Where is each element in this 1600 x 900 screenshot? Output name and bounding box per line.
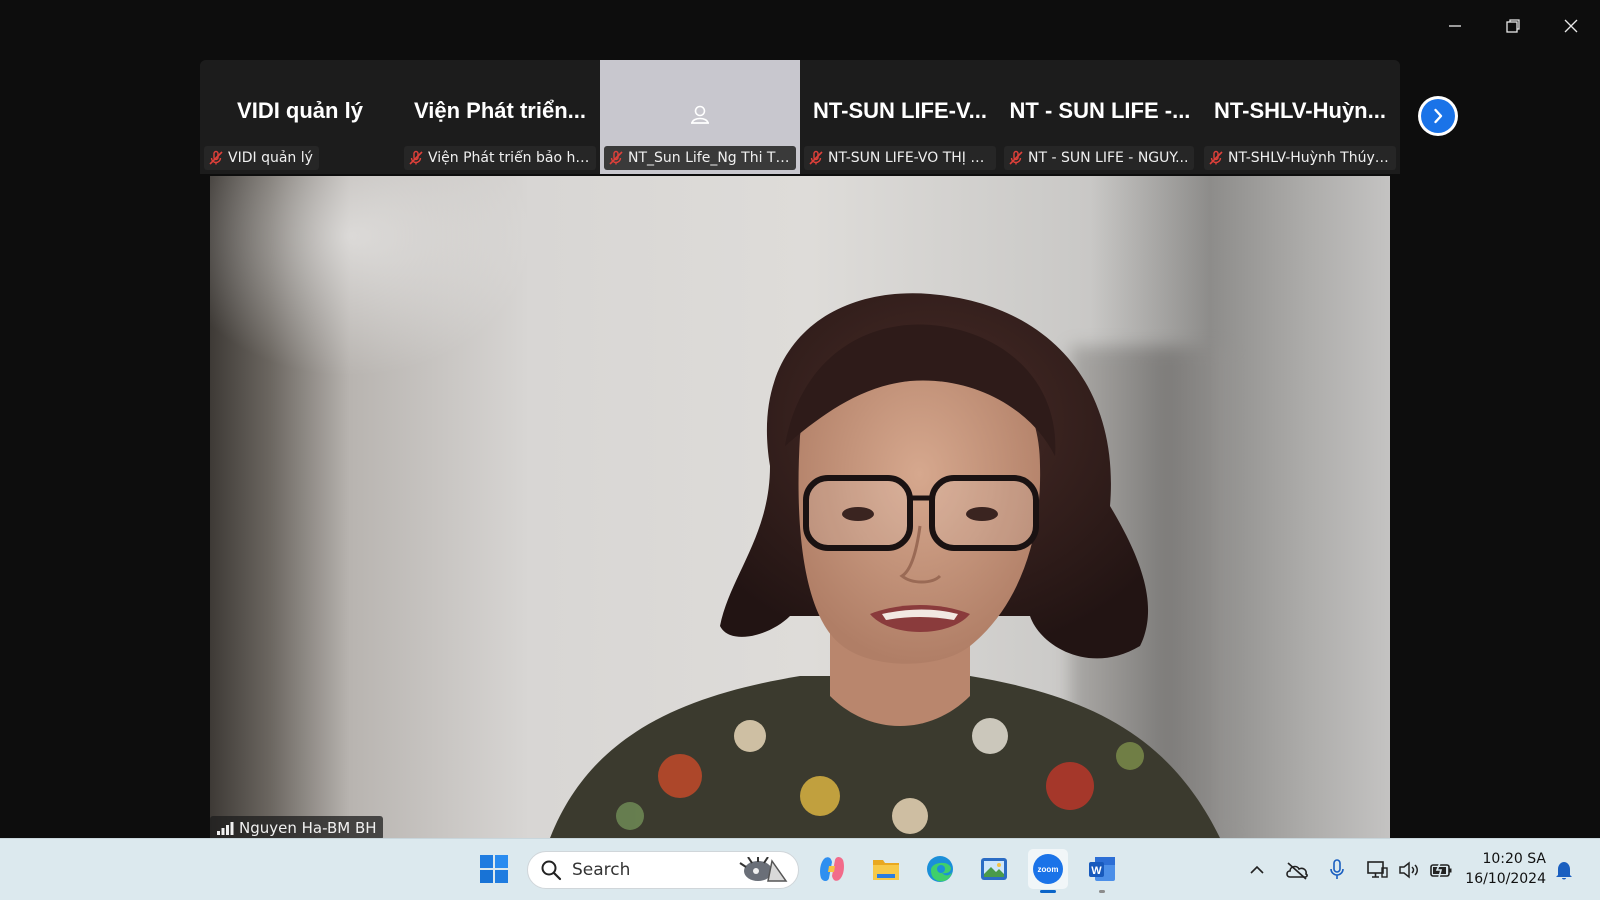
- notifications-button[interactable]: [1552, 858, 1576, 882]
- chevron-right-icon: [1434, 108, 1443, 124]
- zoom-button[interactable]: zoom: [1028, 849, 1068, 893]
- signal-strength-icon: [217, 822, 234, 835]
- participant-label: VIDI quản lý: [204, 146, 319, 170]
- word-button[interactable]: W: [1082, 849, 1122, 893]
- participant-name: NT-SUN LIFE-VÕ THỊ C...: [828, 150, 990, 166]
- active-speaker-video: [210, 176, 1390, 838]
- clock-date: 16/10/2024: [1465, 871, 1546, 887]
- search-icon: [541, 860, 562, 881]
- file-explorer-icon: [873, 860, 899, 880]
- running-indicator: [1040, 890, 1056, 893]
- participant-name: Viện Phát triển bảo hi...: [428, 150, 590, 166]
- microphone-tray-button[interactable]: [1324, 857, 1350, 883]
- running-indicator: [1099, 890, 1105, 893]
- participant-name: NT_Sun Life_Ng Thi Th...: [628, 150, 790, 166]
- edge-icon: [927, 856, 953, 882]
- speaker-name: Nguyen Ha-BM BH: [239, 819, 377, 837]
- chevron-up-icon: [1250, 865, 1264, 874]
- participant-tile[interactable]: NT-SUN LIFE-V... NT-SUN LIFE-VÕ THỊ C...: [800, 60, 1000, 174]
- network-icon: [1367, 861, 1388, 878]
- next-page-button[interactable]: [1418, 96, 1458, 136]
- participant-tile[interactable]: Viện Phát triển... Viện Phát triển bảo h…: [400, 60, 600, 174]
- zoom-meeting-window: VIDI quản lý VIDI quản lý Viện Phát triể…: [0, 0, 1600, 840]
- edge-button[interactable]: [920, 849, 960, 889]
- participant-label: NT-SHLV-Huỳnh Thúy ...: [1204, 146, 1396, 170]
- participant-strip: VIDI quản lý VIDI quản lý Viện Phát triể…: [200, 60, 1400, 174]
- search-placeholder: Search: [572, 860, 631, 880]
- restore-icon: [1506, 19, 1520, 33]
- onedrive-icon: [1286, 862, 1308, 880]
- search-highlight-icon: [739, 857, 788, 882]
- participant-label: NT - SUN LIFE - NGUY...: [1004, 146, 1195, 170]
- bell-icon: [1556, 862, 1572, 880]
- restore-button[interactable]: [1484, 0, 1542, 52]
- close-button[interactable]: [1542, 0, 1600, 52]
- window-controls: [1426, 0, 1600, 52]
- battery-tray-button[interactable]: [1428, 857, 1454, 883]
- zoom-icon: zoom: [1033, 854, 1063, 884]
- word-icon: W: [1089, 857, 1115, 881]
- participant-title: NT-SHLV-Huỳn...: [1214, 98, 1386, 123]
- participant-avatar: [600, 102, 800, 126]
- participant-tile[interactable]: VIDI quản lý VIDI quản lý: [200, 60, 400, 174]
- camera-off-avatar-icon: [691, 105, 709, 124]
- volume-tray-button[interactable]: [1396, 857, 1422, 883]
- next-page-button-fill: [1421, 99, 1455, 133]
- participant-name: VIDI quản lý: [228, 150, 313, 166]
- muted-microphone-icon: [209, 150, 223, 165]
- participant-label: NT-SUN LIFE-VÕ THỊ C...: [804, 146, 996, 170]
- participant-tile[interactable]: NT - SUN LIFE -... NT - SUN LIFE - NGUY.…: [1000, 60, 1200, 174]
- participant-name: NT - SUN LIFE - NGUY...: [1028, 150, 1189, 166]
- minimize-icon: [1449, 25, 1461, 27]
- system-clock[interactable]: 10:20 SA 16/10/2024: [1460, 849, 1546, 889]
- copilot-button[interactable]: [812, 849, 852, 889]
- participant-title: VIDI quản lý: [237, 98, 363, 123]
- photos-app-icon: [981, 858, 1007, 880]
- windows-start-icon: [480, 855, 508, 883]
- muted-microphone-icon: [1209, 150, 1223, 165]
- participant-label: NT_Sun Life_Ng Thi Th...: [604, 146, 796, 170]
- participant-title: NT - SUN LIFE -...: [1009, 98, 1191, 123]
- microphone-icon: [1330, 859, 1344, 879]
- network-tray-button[interactable]: [1364, 857, 1390, 883]
- start-button[interactable]: [474, 849, 514, 889]
- participant-tile[interactable]: NT-SHLV-Huỳn... NT-SHLV-Huỳnh Thúy ...: [1200, 60, 1400, 174]
- muted-microphone-icon: [609, 150, 623, 165]
- copilot-icon: [820, 857, 844, 881]
- onedrive-tray-button[interactable]: [1284, 857, 1310, 883]
- speaker-figure: [550, 293, 1220, 838]
- show-hidden-icons-button[interactable]: [1244, 857, 1270, 883]
- participant-label: Viện Phát triển bảo hi...: [404, 146, 596, 170]
- participant-tile-active[interactable]: NT_Sun Life_Ng Thi Th...: [600, 60, 800, 174]
- participant-title: Viện Phát triển...: [414, 98, 586, 123]
- battery-icon: [1430, 862, 1452, 878]
- participant-name: NT-SHLV-Huỳnh Thúy ...: [1228, 150, 1390, 166]
- clock-time: 10:20 SA: [1482, 851, 1546, 867]
- photos-app-button[interactable]: [974, 849, 1014, 889]
- muted-microphone-icon: [1009, 150, 1023, 165]
- windows-taskbar: Search zoom W 10:20 SA 16/10/2024: [0, 838, 1600, 900]
- file-explorer-button[interactable]: [866, 849, 906, 889]
- muted-microphone-icon: [409, 150, 423, 165]
- volume-icon: [1399, 861, 1418, 879]
- participant-title: NT-SUN LIFE-V...: [813, 98, 987, 123]
- speaker-name-tag: Nguyen Ha-BM BH: [210, 816, 383, 840]
- svg-text:zoom: zoom: [1038, 865, 1059, 874]
- taskbar-search[interactable]: Search: [527, 851, 799, 889]
- svg-text:W: W: [1091, 865, 1102, 877]
- close-icon: [1564, 19, 1578, 33]
- muted-microphone-icon: [809, 150, 823, 165]
- minimize-button[interactable]: [1426, 0, 1484, 52]
